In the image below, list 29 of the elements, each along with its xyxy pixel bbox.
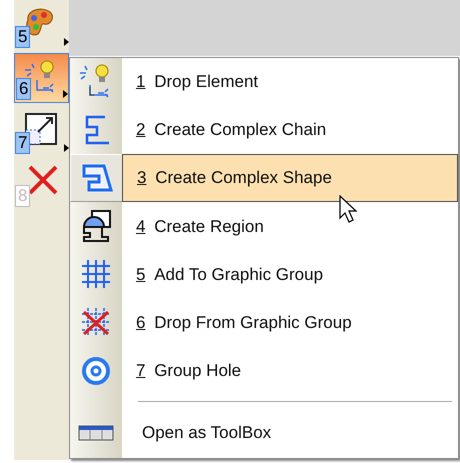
menu-item[interactable]: Open as ToolBox (70, 408, 458, 458)
menu-item-label: 7 Group Hole (136, 360, 242, 382)
shortcut-number: 8 (15, 185, 30, 207)
menu-item[interactable]: 7 Group Hole (70, 346, 458, 395)
dropdown-arrow-icon (64, 144, 69, 152)
shape-icon (80, 162, 112, 194)
ring-icon (81, 356, 111, 386)
dropdown-arrow-icon (64, 38, 69, 46)
menu-item[interactable]: 5 Add To Graphic Group (70, 250, 458, 298)
grid-icon (80, 258, 112, 290)
menu-item-label: 6 Drop From Graphic Group (136, 312, 352, 334)
toolbar-button[interactable]: 5 (14, 0, 69, 50)
shortcut-number: 6 (16, 78, 32, 100)
toolbox-icon (78, 425, 114, 442)
shortcut-number: 7 (15, 132, 30, 154)
shortcut-number: 5 (15, 26, 30, 48)
menu-item-label: 2 Create Complex Chain (136, 119, 326, 142)
menu-item-label: 3 Create Complex Shape (137, 167, 332, 190)
menu-item[interactable]: 2 Create Complex Chain (70, 106, 458, 154)
menu-item[interactable]: 6 Drop From Graphic Group (70, 298, 458, 346)
menu-item-label: 5 Add To Graphic Group (136, 264, 324, 286)
menu-item-label: 4 Create Region (136, 216, 264, 238)
toolbar-button[interactable]: 6 (14, 53, 69, 103)
region-icon (80, 209, 112, 244)
dropdown-arrow-icon (63, 90, 68, 98)
menu-item-label: 1 Drop Element (136, 71, 258, 94)
toolbar-button[interactable]: 7 (14, 106, 69, 156)
menu-item[interactable]: 1 Drop Element (70, 58, 458, 106)
delete-x-icon (26, 163, 60, 197)
